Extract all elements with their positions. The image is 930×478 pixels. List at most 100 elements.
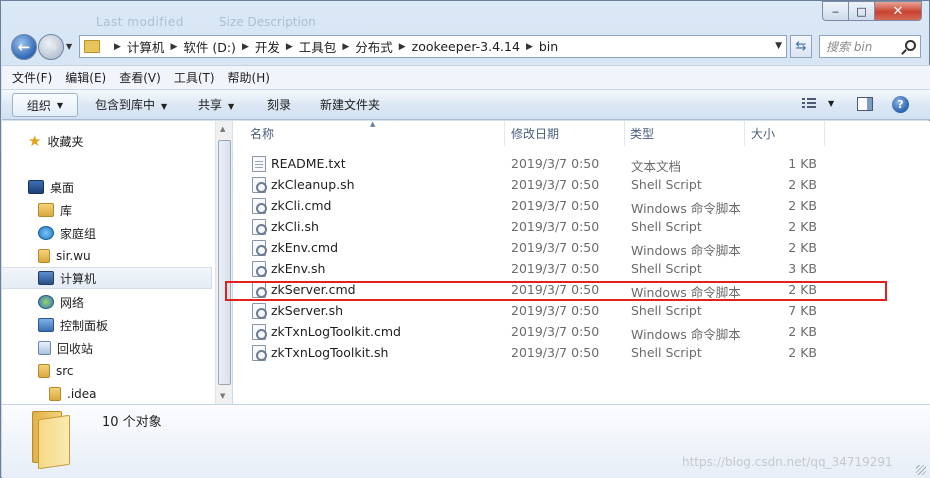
title-bar: Last modified Size Description ‒ □ ✕ <box>1 1 929 29</box>
file-row[interactable]: zkTxnLogToolkit.sh 2019/3/7 0:50 Shell S… <box>247 342 887 363</box>
organize-button[interactable]: 组织 ▼ <box>12 93 78 117</box>
library-icon <box>38 203 54 217</box>
nav-item-label: 桌面 <box>50 180 75 195</box>
script-file-icon <box>252 324 267 340</box>
refresh-button[interactable]: ⇆ <box>790 35 812 58</box>
homegroup-icon <box>38 226 54 240</box>
file-row[interactable]: zkServer.cmd 2019/3/7 0:50 Windows 命令脚本 … <box>247 279 887 300</box>
menu-help[interactable]: 帮助(H) <box>228 69 270 86</box>
menu-tools[interactable]: 工具(T) <box>174 69 215 86</box>
nav-item-label: 收藏夹 <box>47 134 84 149</box>
close-button[interactable]: ✕ <box>874 1 922 21</box>
file-date: 2019/3/7 0:50 <box>511 156 600 171</box>
view-options-icon[interactable] <box>802 98 816 110</box>
nav-scrollbar[interactable]: ▲ ▼ <box>215 121 232 404</box>
chevron-down-icon[interactable]: ▼ <box>828 99 834 108</box>
search-input[interactable] <box>826 39 898 54</box>
computer-icon <box>38 271 54 285</box>
file-row[interactable]: zkCli.sh 2019/3/7 0:50 Shell Script 2 KB <box>247 216 887 237</box>
nav-item-network[interactable]: 网络 <box>38 291 215 313</box>
file-row[interactable]: zkTxnLogToolkit.cmd 2019/3/7 0:50 Window… <box>247 321 887 342</box>
file-size: 2 KB <box>788 219 817 234</box>
nav-item-src[interactable]: src <box>38 360 215 382</box>
nav-item-control-panel[interactable]: 控制面板 <box>38 314 215 336</box>
nav-item-computer[interactable]: 计算机 <box>2 267 212 289</box>
breadcrumb-zookeeper[interactable]: zookeeper-3.4.14 <box>412 39 520 54</box>
menu-edit[interactable]: 编辑(E) <box>65 69 106 86</box>
preview-pane-icon[interactable] <box>857 97 873 111</box>
maximize-button[interactable]: □ <box>848 1 875 21</box>
share-button[interactable]: 共享 ▼ <box>198 96 234 113</box>
script-file-icon <box>252 198 267 214</box>
nav-item-idea[interactable]: .idea <box>49 383 215 404</box>
script-file-icon <box>252 345 267 361</box>
minimize-button[interactable]: ‒ <box>822 1 849 21</box>
nav-item-label: src <box>56 364 74 378</box>
include-in-library-button[interactable]: 包含到库中 ▼ <box>95 96 167 113</box>
nav-item-desktop[interactable]: 桌面 <box>28 176 215 198</box>
search-box[interactable] <box>819 35 921 58</box>
file-row[interactable]: zkEnv.cmd 2019/3/7 0:50 Windows 命令脚本 2 K… <box>247 237 887 258</box>
file-name: zkCli.sh <box>271 219 319 234</box>
command-bar: 组织 ▼ 包含到库中 ▼ 共享 ▼ 刻录 新建文件夹 ▼ ? <box>2 89 930 120</box>
ghost-text: Size Description <box>219 15 316 29</box>
search-icon[interactable] <box>905 40 916 51</box>
chevron-right-icon[interactable]: ▶ <box>399 42 406 52</box>
breadcrumb-dev[interactable]: 开发 <box>255 37 280 56</box>
file-row[interactable]: zkCleanup.sh 2019/3/7 0:50 Shell Script … <box>247 174 887 195</box>
breadcrumb-bin[interactable]: bin <box>539 39 558 54</box>
file-name: zkCleanup.sh <box>271 177 355 192</box>
file-type: Shell Script <box>631 303 702 318</box>
forward-button[interactable]: → <box>38 34 64 60</box>
file-size: 1 KB <box>788 156 817 171</box>
address-dropdown-icon[interactable]: ▼ <box>775 41 782 51</box>
file-row[interactable]: zkServer.sh 2019/3/7 0:50 Shell Script 7… <box>247 300 887 321</box>
file-row[interactable]: zkEnv.sh 2019/3/7 0:50 Shell Script 3 KB <box>247 258 887 279</box>
file-size: 2 KB <box>788 177 817 192</box>
address-bar[interactable]: ▶ 计算机 ▶ 软件 (D:) ▶ 开发 ▶ 工具包 ▶ 分布式 ▶ zooke… <box>79 35 787 58</box>
chevron-right-icon[interactable]: ▶ <box>170 42 177 52</box>
burn-button[interactable]: 刻录 <box>267 96 291 113</box>
breadcrumb-distributed[interactable]: 分布式 <box>355 37 393 56</box>
nav-item-favorites[interactable]: ★ 收藏夹 <box>28 130 215 152</box>
menu-file[interactable]: 文件(F) <box>12 69 52 86</box>
chevron-down-icon: ▼ <box>56 101 64 110</box>
file-row[interactable]: zkCli.cmd 2019/3/7 0:50 Windows 命令脚本 2 K… <box>247 195 887 216</box>
breadcrumb-computer[interactable]: 计算机 <box>127 37 165 56</box>
column-header-name[interactable]: ▲ 名称 <box>233 120 505 146</box>
recent-pages-dropdown[interactable]: ▼ <box>66 42 72 51</box>
file-row[interactable]: README.txt 2019/3/7 0:50 文本文档 1 KB <box>247 153 887 174</box>
nav-item-homegroup[interactable]: 家庭组 <box>38 222 215 244</box>
scroll-up-icon[interactable]: ▲ <box>220 125 225 133</box>
column-header-type[interactable]: 类型 <box>625 121 745 146</box>
back-button[interactable]: ← <box>11 34 37 60</box>
new-folder-button[interactable]: 新建文件夹 <box>320 96 380 113</box>
arrow-right-icon: → <box>44 38 58 56</box>
chevron-right-icon[interactable]: ▶ <box>342 42 349 52</box>
resize-grip-icon[interactable] <box>916 465 926 475</box>
scrollbar-thumb[interactable] <box>218 140 231 385</box>
chevron-right-icon[interactable]: ▶ <box>526 42 533 52</box>
nav-item-recycle-bin[interactable]: 回收站 <box>38 337 215 359</box>
script-file-icon <box>252 240 267 256</box>
help-icon[interactable]: ? <box>892 96 909 113</box>
column-header-size[interactable]: 大小 <box>745 121 825 146</box>
menu-view[interactable]: 查看(V) <box>119 69 161 86</box>
breadcrumb-drive-d[interactable]: 软件 (D:) <box>183 37 236 56</box>
script-file-icon <box>252 261 267 277</box>
nav-item-user[interactable]: sir.wu <box>38 245 215 267</box>
ghost-text: Last modified <box>96 15 184 29</box>
nav-item-library[interactable]: 库 <box>38 199 215 221</box>
chevron-right-icon[interactable]: ▶ <box>114 42 121 52</box>
column-header-date[interactable]: 修改日期 <box>505 121 625 146</box>
chevron-right-icon[interactable]: ▶ <box>286 42 293 52</box>
file-date: 2019/3/7 0:50 <box>511 345 600 360</box>
desktop-icon <box>28 180 44 194</box>
network-icon <box>38 295 54 309</box>
chevron-right-icon[interactable]: ▶ <box>242 42 249 52</box>
file-type: Windows 命令脚本 <box>631 201 741 216</box>
nav-item-label: sir.wu <box>56 249 91 263</box>
breadcrumb-toolkit[interactable]: 工具包 <box>299 37 337 56</box>
scroll-down-icon[interactable]: ▼ <box>220 392 225 400</box>
nav-item-label: 控制面板 <box>60 318 109 333</box>
